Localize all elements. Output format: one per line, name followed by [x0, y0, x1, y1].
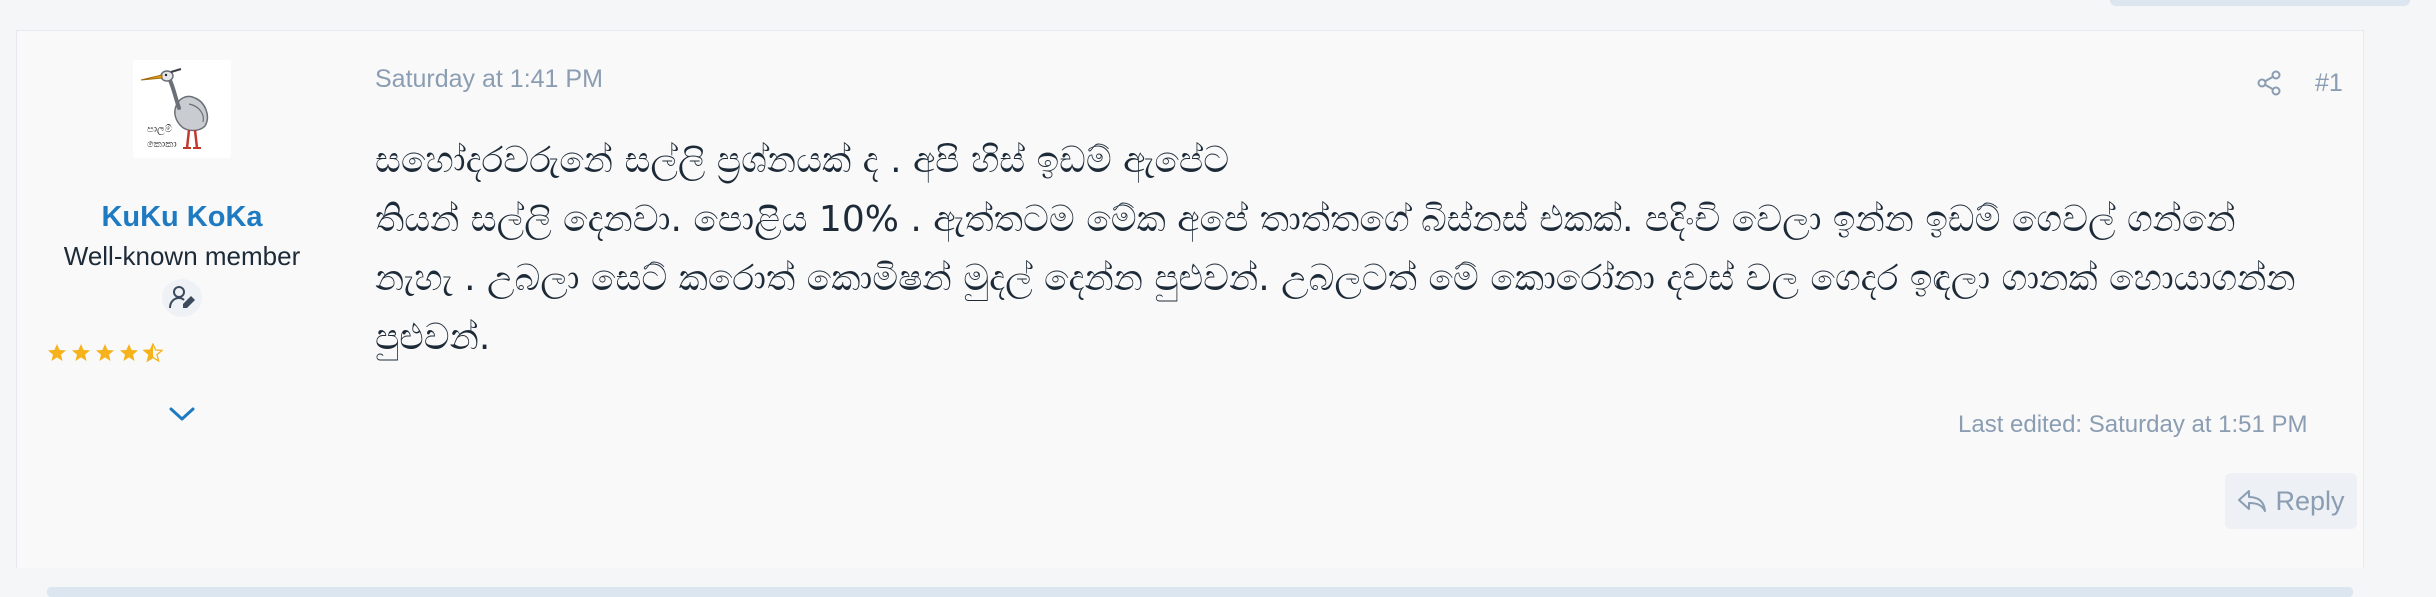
forum-post: පාලම් කොකා KuKu KoKa Well-known member S… [16, 30, 2364, 597]
next-element-edge [47, 587, 2353, 597]
previous-element-edge [2110, 0, 2410, 6]
post-body-paragraph: තියන් සල්ලි දෙනවා. පොළිය 10% . ඇත්තටම මේ… [375, 199, 2296, 358]
username-link[interactable]: KuKu KoKa [17, 201, 347, 234]
reply-label: Reply [2275, 485, 2345, 516]
avatar[interactable]: පාලම් කොකා [133, 60, 231, 158]
avatar-caption-line1: පාලම් [147, 124, 172, 135]
user-edit-icon[interactable] [162, 279, 202, 317]
reply-button[interactable]: Reply [2225, 473, 2357, 529]
post-body: සහෝදරවරුනේ සල්ලි ප්‍රශ්නයක් ද . අපි හිස්… [375, 131, 2315, 367]
post-user-cell: පාලම් කොකා KuKu KoKa Well-known member [17, 31, 347, 568]
star-icon [96, 344, 114, 361]
share-icon[interactable] [2253, 67, 2285, 99]
post-main-cell: Saturday at 1:41 PM #1 සහෝදරවරුනේ සල්ලි … [375, 31, 2363, 568]
user-rating-stars [47, 343, 163, 363]
post-date-link[interactable]: Saturday at 1:41 PM [375, 65, 603, 94]
avatar-caption-line2: කොකා [147, 139, 177, 150]
star-icon [48, 344, 66, 361]
last-edited-note: Last edited: Saturday at 1:51 PM [1958, 411, 2308, 438]
half-star-icon [143, 343, 163, 363]
post-body-line: සහෝදරවරුනේ සල්ලි ප්‍රශ්නයක් ද . අපි හිස්… [375, 140, 1230, 181]
chevron-down-icon[interactable] [167, 399, 197, 429]
user-title: Well-known member [63, 241, 301, 271]
star-icon [120, 344, 138, 361]
post-number-link[interactable]: #1 [2315, 69, 2343, 98]
reply-arrow-icon [2238, 490, 2267, 512]
star-icon [72, 344, 90, 361]
